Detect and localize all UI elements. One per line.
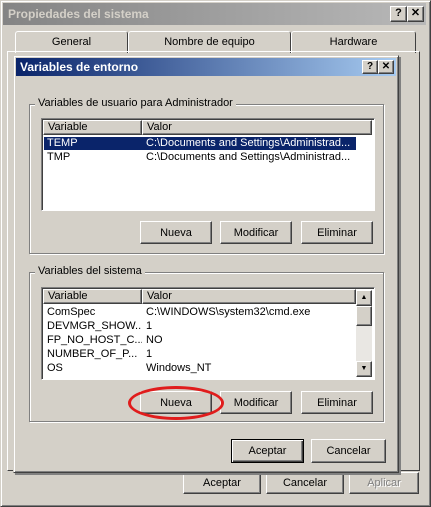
system-delete-button[interactable]: Eliminar	[301, 391, 373, 414]
variable-name: DEVMGR_SHOW...	[47, 320, 142, 332]
tab-hardware[interactable]: Hardware	[291, 31, 416, 53]
variable-name: FP_NO_HOST_C...	[47, 334, 142, 346]
system-variables-label: Variables del sistema	[35, 265, 145, 278]
user-list-header: Variable Valor	[43, 120, 372, 135]
scroll-down-icon[interactable]: ▼	[356, 361, 372, 377]
variable-name: TEMP	[47, 137, 78, 149]
column-header-value[interactable]: Valor	[142, 120, 372, 135]
outer-close-button[interactable]: ✕	[407, 6, 424, 22]
variable-value: 1	[146, 320, 153, 332]
user-variables-list[interactable]: Variable Valor TEMP C:\Documents and Set…	[41, 118, 375, 211]
system-list-header: Variable Valor	[43, 289, 356, 304]
variable-name: NUMBER_OF_P...	[47, 348, 138, 360]
dialog-close-button[interactable]: ✕	[378, 60, 394, 74]
list-item[interactable]: ComSpec C:\WINDOWS\system32\cmd.exe	[44, 306, 356, 319]
list-item[interactable]: DEVMGR_SHOW... 1	[44, 320, 356, 333]
system-edit-button[interactable]: Modificar	[220, 391, 292, 414]
dialog-help-button[interactable]: ?	[362, 60, 378, 74]
environment-variables-title: Variables de entorno	[16, 58, 396, 76]
variable-name: OS	[47, 362, 63, 374]
dialog-ok-button[interactable]: Aceptar	[231, 439, 304, 463]
outer-help-button[interactable]: ?	[390, 6, 407, 22]
scroll-thumb[interactable]	[356, 306, 372, 326]
system-new-button[interactable]: Nueva	[140, 391, 212, 414]
user-edit-button[interactable]: Modificar	[220, 221, 292, 244]
variable-value: C:\WINDOWS\system32\cmd.exe	[146, 306, 311, 318]
list-item[interactable]: NUMBER_OF_P... 1	[44, 348, 356, 361]
list-item[interactable]: FP_NO_HOST_C... NO	[44, 334, 356, 347]
variable-value: Windows_NT	[146, 362, 212, 374]
system-list-scrollbar[interactable]: ▲ ▼	[356, 290, 372, 377]
variable-value: NO	[146, 334, 163, 346]
variable-name: ComSpec	[47, 306, 96, 318]
user-delete-button[interactable]: Eliminar	[301, 221, 373, 244]
variable-value: C:\Documents and Settings\Administrad...	[146, 137, 351, 149]
system-variables-list[interactable]: Variable Valor ComSpec C:\WINDOWS\system…	[41, 287, 375, 380]
dialog-cancel-button[interactable]: Cancelar	[311, 439, 386, 463]
outer-apply-button: Aplicar	[349, 472, 419, 494]
variable-value: 1	[146, 348, 153, 360]
scroll-up-icon[interactable]: ▲	[356, 290, 372, 306]
system-properties-title: Propiedades del sistema	[3, 3, 426, 25]
column-header-variable[interactable]: Variable	[43, 289, 142, 304]
column-header-variable[interactable]: Variable	[43, 120, 142, 135]
outer-cancel-button[interactable]: Cancelar	[266, 472, 344, 494]
tab-general[interactable]: General	[15, 31, 128, 53]
variable-value: C:\Documents and Settings\Administrad...	[146, 151, 351, 163]
variable-name: TMP	[47, 151, 71, 163]
list-item[interactable]: OS Windows_NT	[44, 362, 356, 375]
list-item[interactable]: TMP C:\Documents and Settings\Administra…	[44, 151, 356, 164]
tab-computer-name[interactable]: Nombre de equipo	[128, 31, 291, 53]
user-variables-label: Variables de usuario para Administrador	[35, 97, 236, 110]
list-item[interactable]: TEMP C:\Documents and Settings\Administr…	[44, 137, 356, 150]
outer-ok-button[interactable]: Aceptar	[183, 472, 261, 494]
column-header-value[interactable]: Valor	[142, 289, 356, 304]
user-new-button[interactable]: Nueva	[140, 221, 212, 244]
